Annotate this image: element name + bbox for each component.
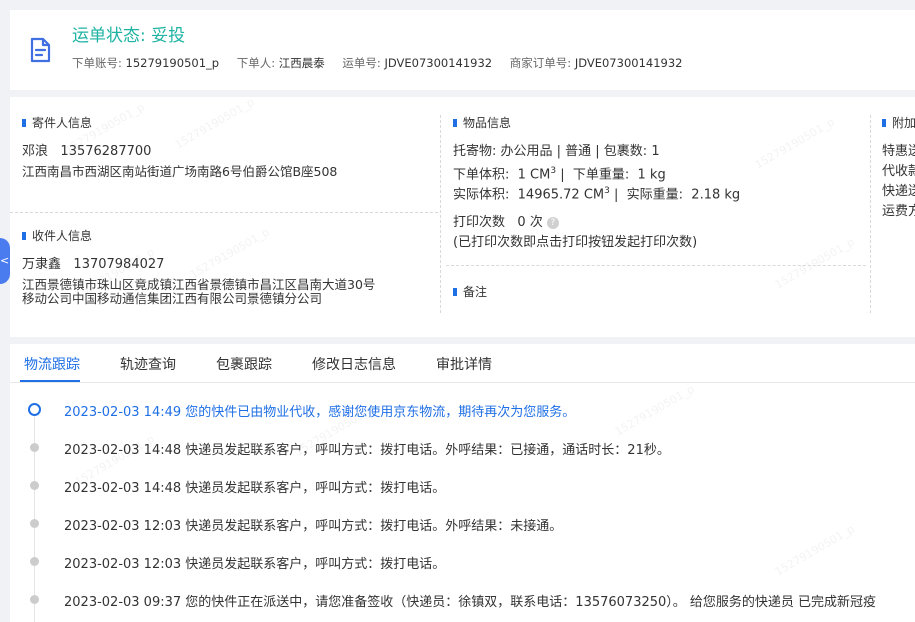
extra-section-title: 附加 [882,114,915,131]
timeline-item: 2023-02-03 09:37 您的快件正在派送中，请您准备签收（快递员：徐镇… [10,587,915,617]
sender-phone: 13576287700 [60,144,152,159]
sender-name: 邓浪 [22,144,49,159]
tab-logistics-tracking[interactable]: 物流跟踪 [24,354,80,374]
goods-actual-volume-weight: 实际体积: 14965.72 CM3 | 实际重量: 2.18 kg [453,186,741,203]
watermark: 15279190501_p [752,115,837,172]
tab-bar: 物流跟踪 轨迹查询 包裹跟踪 修改日志信息 审批详情 [10,344,915,383]
timeline-text: 2023-02-03 14:49 您的快件已由物业代收，感谢您使用京东物流，期待… [64,405,576,420]
sender-contact: 邓浪 13576287700 [22,144,151,160]
divider [440,115,441,313]
extra-line: 快递送 [882,184,915,199]
extra-line: 特惠送 [882,144,915,159]
waybill-number-label: 运单号: [342,56,381,70]
section-marker [453,119,457,127]
extra-line: 代收款 [882,164,915,179]
timeline-dot [30,519,39,528]
document-icon [30,37,51,63]
status-value: 妥投 [151,26,186,46]
receiver-address-line2: 移动公司中国移动通信集团江西有限公司景德镇分公司 [22,291,323,306]
sender-address: 江西南昌市西湖区南站街道广场南路6号伯爵公馆B座508 [22,164,338,179]
section-marker [22,232,26,240]
timeline-item: 2023-02-03 14:49 您的快件已由物业代收，感谢您使用京东物流，期待… [10,397,915,427]
print-count-note: (已打印次数即点击打印按钮发起打印次数) [453,235,698,250]
waybill-number-value: JDVE07300141932 [384,56,493,70]
timeline-dot [30,557,39,566]
receiver-name: 万隶鑫 [22,257,62,272]
divider [870,115,871,313]
waybill-meta: 下单账号: 15279190501_p 下单人: 江西晨泰 运单号: JDVE0… [72,55,696,71]
timeline-text: 2023-02-03 14:48 快递员发起联系客户，呼叫方式：拨打电话。外呼结… [64,443,670,458]
sender-section-title: 寄件人信息 [22,114,92,131]
timeline-text: 2023-02-03 09:37 您的快件正在派送中，请您准备签收（快递员：徐镇… [64,595,877,610]
chevron-left-icon: < [0,254,10,267]
print-count: 打印次数 0 次? [453,215,559,231]
order-account-label: 下单账号: [72,56,122,70]
watermark: 15279190501_p [772,235,857,292]
help-icon[interactable]: ? [546,217,559,229]
receiver-contact: 万隶鑫 13707984027 [22,257,164,273]
section-marker [22,119,26,127]
tab-approval-details[interactable]: 审批详情 [436,354,492,374]
active-tab-indicator [20,380,80,382]
waybill-status-title: 运单状态: 妥投 [72,21,185,46]
watermark: 15279190501_p [187,225,272,282]
section-marker [453,288,457,296]
receiver-section-title: 收件人信息 [22,227,92,244]
order-account-value: 15279190501_p [125,56,220,70]
remark-section-title: 备注 [453,283,487,300]
goods-summary: 托寄物: 办公用品 | 普通 | 包裹数: 1 [453,144,660,159]
watermark: 15279190501_p [172,97,257,152]
timeline-item: 2023-02-03 14:48 快递员发起联系客户，呼叫方式：拨打电话。外呼结… [10,435,915,465]
orderer-value: 江西晨泰 [278,56,325,70]
goods-section-title: 物品信息 [453,114,511,131]
merchant-order-value: JDVE07300141932 [574,56,683,70]
extra-line: 运费方 [882,204,915,219]
tab-package-tracking[interactable]: 包裹跟踪 [216,354,272,374]
waybill-header: 运单状态: 妥投 下单账号: 15279190501_p 下单人: 江西晨泰 运… [10,10,915,90]
timeline-item: 2023-02-03 12:03 快递员发起联系客户，呼叫方式：拨打电话。外呼结… [10,511,915,541]
timeline-text: 2023-02-03 14:48 快递员发起联系客户，呼叫方式：拨打电话。 [64,481,446,496]
timeline-text: 2023-02-03 12:03 快递员发起联系客户，呼叫方式：拨打电话。 [64,557,446,572]
merchant-order-label: 商家订单号: [509,56,572,70]
timeline-dot [30,481,39,490]
timeline-text: 2023-02-03 12:03 快递员发起联系客户，呼叫方式：拨打电话。外呼结… [64,519,563,534]
timeline-item: 2023-02-03 12:03 快递员发起联系客户，呼叫方式：拨打电话。 [10,549,915,579]
goods-order-volume-weight: 下单体积: 1 CM3 | 下单重量: 1 kg [453,166,666,183]
side-collapse-tab[interactable]: < [0,238,10,284]
section-marker [882,119,886,127]
timeline-dot [30,595,39,604]
status-label: 运单状态: [72,26,146,46]
timeline-item: 2023-02-03 14:48 快递员发起联系客户，呼叫方式：拨打电话。 [10,473,915,503]
receiver-phone: 13707984027 [73,257,165,272]
tracking-panel: 物流跟踪 轨迹查询 包裹跟踪 修改日志信息 审批详情 15279190501_p… [10,344,915,622]
timeline-dot [30,443,39,452]
timeline-dot-current [28,403,41,416]
tab-change-log[interactable]: 修改日志信息 [312,354,396,374]
info-panel: 15279190501_p 15279190501_p 15279190501_… [10,97,915,337]
tab-trajectory-query[interactable]: 轨迹查询 [120,354,176,374]
divider [10,212,438,213]
orderer-label: 下单人: [236,56,276,70]
divider [446,265,866,266]
